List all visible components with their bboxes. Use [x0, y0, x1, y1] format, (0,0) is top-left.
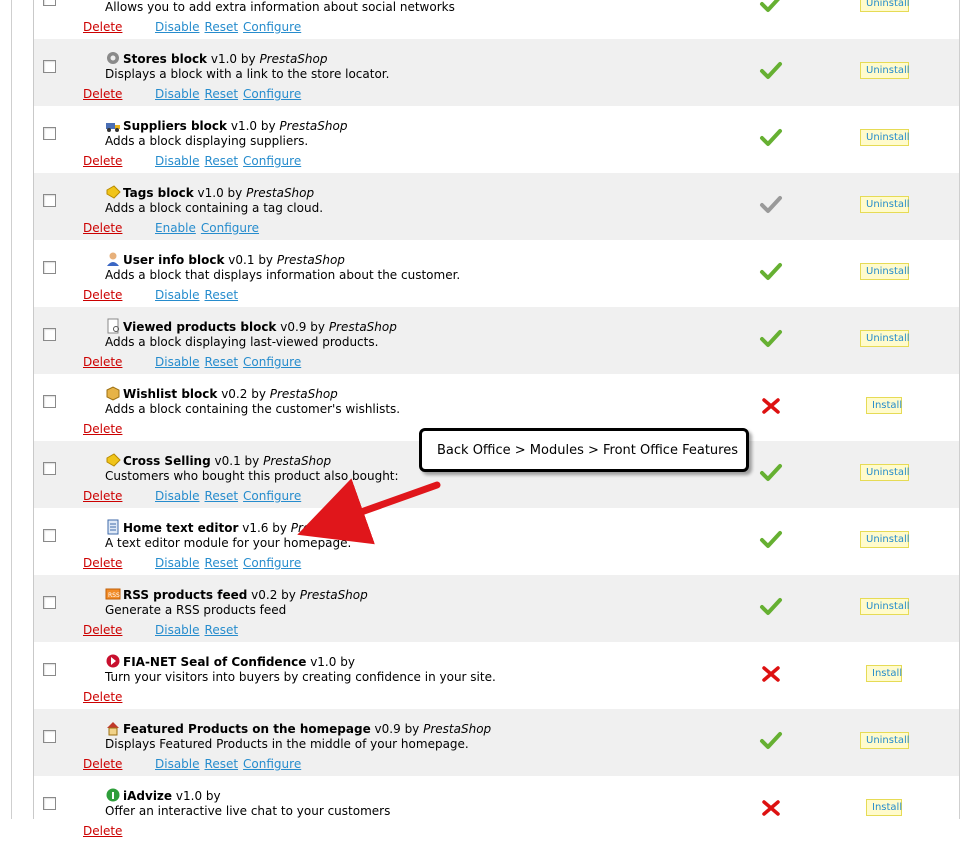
module-actions: Delete: [83, 824, 155, 838]
delete-link[interactable]: Delete: [83, 824, 133, 838]
module-list-page: Allows you to add extra information abou…: [0, 0, 971, 838]
callout-text: Back Office > Modules > Front Office Fea…: [437, 443, 738, 458]
pointer-arrow: [297, 478, 441, 545]
breadcrumb-callout: Back Office > Modules > Front Office Fea…: [419, 428, 749, 472]
